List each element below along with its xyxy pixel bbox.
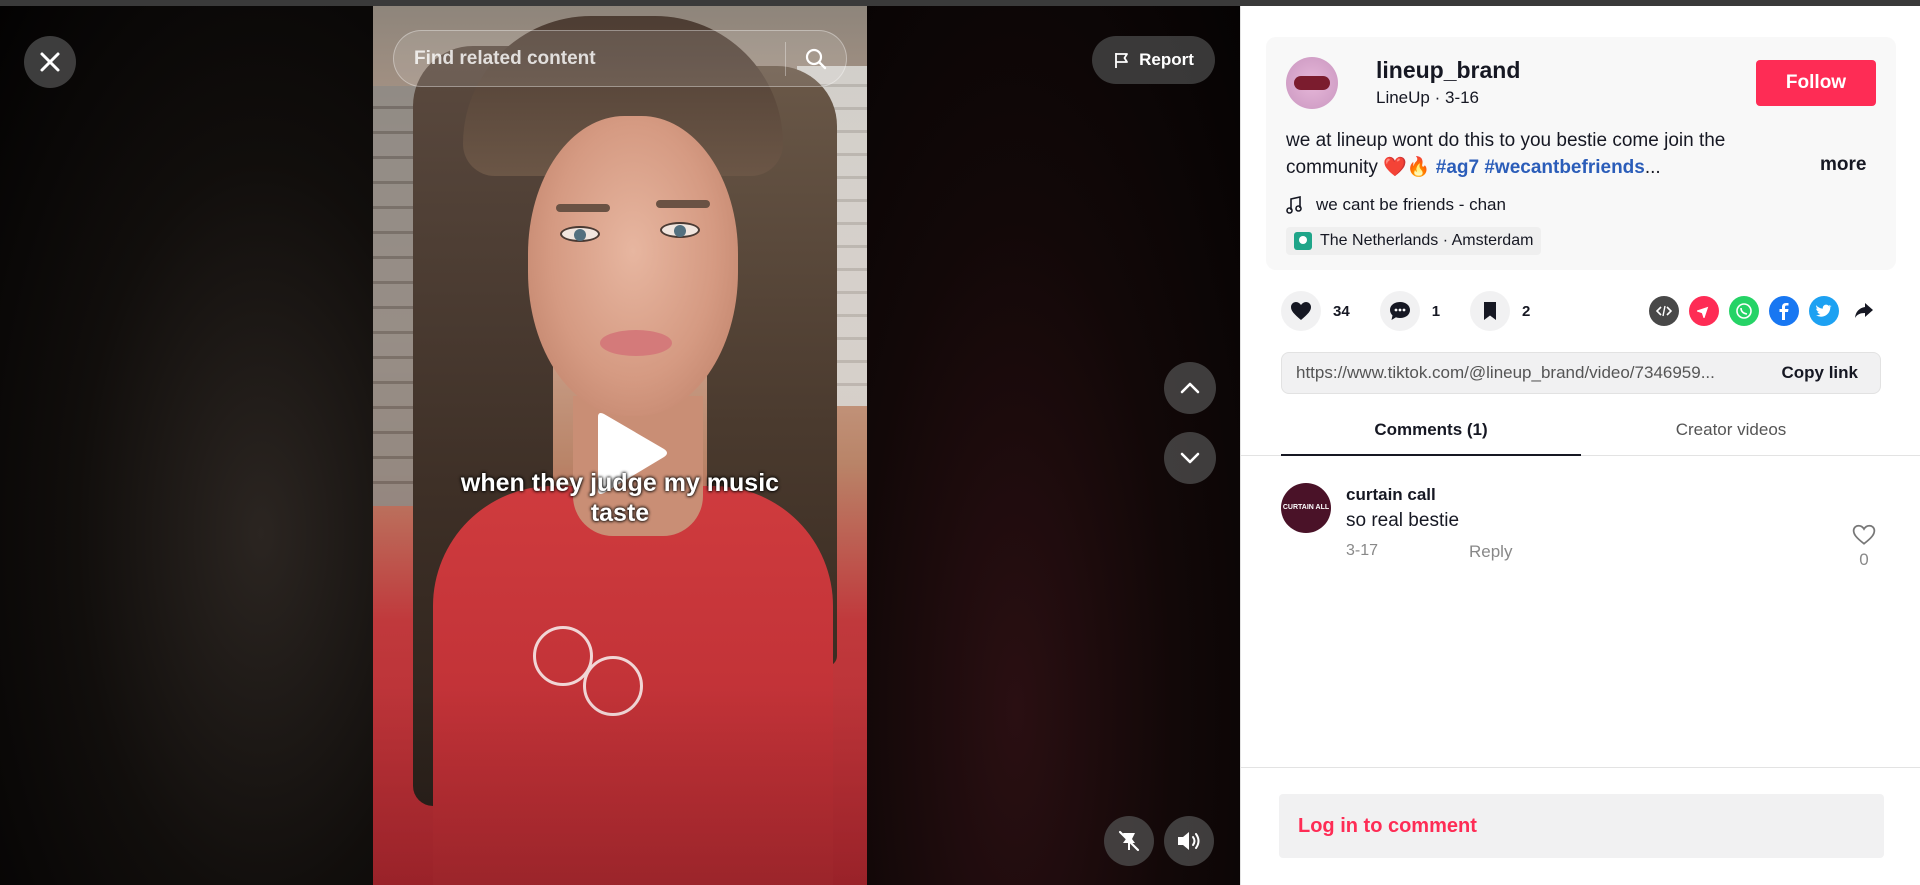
copy-link-bar: https://www.tiktok.com/@lineup_brand/vid… [1281,352,1881,394]
caption-line: taste [590,499,650,527]
comment-button[interactable] [1379,291,1420,331]
music-link[interactable]: we cant be friends - chan [1286,195,1506,215]
comment-count: 1 [1431,302,1441,320]
location-text: The Netherlands · Amsterdam [1320,232,1534,249]
action-bar: 34 1 2 [1281,289,1560,333]
chevron-down-icon [1180,452,1200,464]
more-button[interactable]: more [1820,154,1866,176]
report-label: Report [1139,50,1194,69]
lips [600,330,672,356]
bookmark-icon [1484,302,1497,320]
like-action[interactable]: 34 [1281,291,1350,331]
caption-line: when they judge my music [460,469,780,497]
embed-icon[interactable] [1649,296,1679,326]
video-caption: when they judge my music taste [433,468,807,528]
close-button[interactable] [24,36,76,88]
avatar-logo [1294,76,1330,90]
next-video-button[interactable] [1164,432,1216,484]
display-name: LineUp [1376,88,1430,107]
music-note-icon [1286,196,1302,214]
eye [560,226,600,242]
blurred-background-left [0,6,373,885]
copy-link-button[interactable]: Copy link [1759,363,1880,383]
tab-bar: Comments (1) Creator videos [1281,406,1920,456]
volume-icon [1178,832,1200,850]
emoji-text: ❤️🔥 [1383,157,1431,178]
heart-outline-icon [1852,524,1876,545]
floating-player-button[interactable] [1104,816,1154,866]
location-pin-icon [1294,232,1312,250]
details-panel: lineup_brand LineUp · 3-16 Follow we at … [1240,6,1920,885]
send-icon[interactable] [1689,296,1719,326]
video-shade [373,685,867,885]
post-description: we at lineup wont do this to you bestie … [1286,127,1806,181]
subline-separator: · [1429,88,1445,107]
avatar[interactable]: CURTAIN ALL [1281,483,1331,533]
login-to-comment-button[interactable]: Log in to comment [1279,794,1884,858]
chevron-up-icon [1180,382,1200,394]
share-arrow-icon[interactable] [1849,296,1879,326]
pin-off-icon [1118,830,1140,852]
report-button[interactable]: Report [1092,36,1215,84]
comment-text: so real bestie [1346,510,1460,531]
reply-button[interactable]: Reply [1469,542,1512,562]
avatar-text: CURTAIN ALL [1282,504,1330,511]
like-count: 34 [1333,302,1350,320]
location-tag[interactable]: The Netherlands · Amsterdam [1286,227,1542,255]
ellipsis: ... [1644,157,1661,178]
comment-icon [1389,302,1410,320]
save-count: 2 [1522,302,1531,320]
close-icon [40,52,60,72]
tab-comments[interactable]: Comments (1) [1281,406,1581,456]
video-url[interactable]: https://www.tiktok.com/@lineup_brand/vid… [1282,363,1759,383]
flag-icon [1115,53,1129,68]
face [528,116,738,416]
comment-date: 3-17 [1346,542,1379,559]
search-icon[interactable] [786,30,846,87]
eye [660,222,700,238]
video-panel[interactable]: Report when they judge my music taste [0,6,1240,885]
follow-button[interactable]: Follow [1756,60,1876,106]
comment-like-count: 0 [1859,550,1869,569]
save-action[interactable]: 2 [1470,291,1530,331]
comment-action[interactable]: 1 [1379,291,1441,331]
eyebrow [656,200,710,208]
search-input[interactable] [394,47,785,70]
hashtag-link[interactable]: #ag7 [1436,157,1479,178]
search-bar[interactable] [393,30,847,87]
bookmark-button[interactable] [1470,291,1511,331]
like-button[interactable] [1281,291,1321,331]
comment-box-divider [1241,767,1920,768]
twitter-icon[interactable] [1809,296,1839,326]
share-icons [1649,296,1879,326]
post-date: 3-16 [1444,88,1480,107]
comment-like-button[interactable] [1849,521,1879,549]
heart-icon [1291,302,1311,320]
avatar[interactable] [1286,57,1338,109]
facebook-icon[interactable] [1769,296,1799,326]
eyebrow [556,204,610,212]
volume-button[interactable] [1164,816,1214,866]
tab-creator-videos[interactable]: Creator videos [1581,406,1881,456]
username[interactable]: lineup_brand [1376,57,1520,84]
comment-item: CURTAIN ALL curtain call so real bestie … [1281,483,1881,573]
post-info-card: lineup_brand LineUp · 3-16 Follow we at … [1266,37,1896,270]
hashtag-link[interactable]: #wecantbefriends [1484,157,1645,178]
comment-author[interactable]: curtain call [1346,485,1436,505]
author-subline: LineUp · 3-16 [1376,88,1479,108]
previous-video-button[interactable] [1164,362,1216,414]
whatsapp-icon[interactable] [1729,296,1759,326]
music-title: we cant be friends - chan [1316,195,1506,214]
